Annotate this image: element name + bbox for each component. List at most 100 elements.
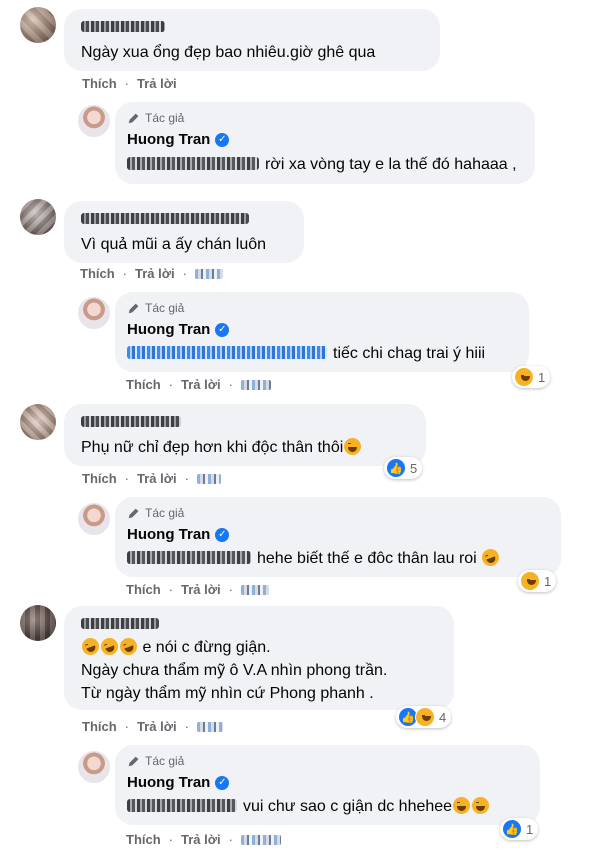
separator-dot: ·: [184, 719, 189, 734]
author-tag: Tác giả: [127, 111, 184, 125]
reply-button[interactable]: Trả lời: [135, 266, 175, 281]
pencil-icon: [128, 756, 139, 767]
commenter-name-redacted[interactable]: [81, 416, 181, 427]
reply-button[interactable]: Trả lời: [181, 377, 221, 392]
mention-redacted[interactable]: [127, 157, 259, 170]
separator-dot: ·: [124, 471, 130, 486]
commenter-name-redacted[interactable]: [81, 21, 165, 32]
like-button[interactable]: Thích: [82, 719, 117, 734]
reply-button[interactable]: Trả lời: [137, 471, 177, 486]
mention-redacted[interactable]: [127, 551, 251, 564]
separator-dot: ·: [182, 266, 187, 281]
reply-bubble: Tác giả Huong Tran ✓ hehe biết thế e đôc…: [115, 497, 561, 577]
mention-redacted[interactable]: [127, 346, 327, 359]
verified-badge-icon: ✓: [215, 527, 230, 542]
comment-text: Vì quả mũi a ấy chán luôn: [81, 236, 267, 253]
separator-dot: ·: [124, 719, 130, 734]
reaction-count: 5: [410, 460, 418, 476]
commenter-avatar[interactable]: [20, 404, 56, 440]
reply-text-line: rời xa vòng tay e la thế đó hahaaa ,: [127, 154, 517, 175]
reaction-summary[interactable]: 1: [512, 366, 551, 388]
pencil-icon: [128, 508, 139, 519]
separator-dot: ·: [168, 582, 174, 597]
comment-text: e nói c đừng giận.: [142, 639, 271, 656]
reaction-summary[interactable]: 1: [518, 570, 557, 592]
author-tag: Tác giả: [127, 506, 184, 520]
timestamp-redacted[interactable]: [196, 473, 221, 484]
rofl-emoji: [98, 635, 121, 658]
reaction-summary[interactable]: 👍 5: [384, 457, 423, 479]
author-tag-label: Tác giả: [145, 301, 185, 315]
reply-text-line: hehe biết thế e đôc thân lau roi: [127, 546, 502, 569]
author-name-text: Huong Tran: [127, 526, 211, 543]
author-avatar[interactable]: [78, 105, 110, 137]
verified-badge-icon: ✓: [215, 322, 230, 337]
reply-button[interactable]: Trả lời: [181, 832, 221, 847]
comment-bubble: Phụ nữ chỉ đẹp hơn khi độc thân thôi: [64, 404, 426, 466]
author-tag: Tác giả: [127, 754, 184, 768]
reply-button[interactable]: Trả lời: [137, 719, 177, 734]
reaction-count: 4: [439, 709, 447, 725]
commenter-avatar[interactable]: [20, 7, 56, 43]
like-button[interactable]: Thích: [126, 377, 161, 392]
like-button[interactable]: Thích: [126, 582, 161, 597]
reaction-summary[interactable]: 👍 1: [500, 818, 539, 840]
reply-button[interactable]: Trả lời: [181, 582, 221, 597]
like-reaction-icon: 👍: [386, 458, 406, 478]
comment-text: Phụ nữ chỉ đẹp hơn khi độc thân thôi: [81, 439, 344, 456]
separator-dot: ·: [124, 76, 130, 91]
author-avatar[interactable]: [78, 751, 110, 783]
reaction-count: 1: [538, 369, 546, 385]
haha-reaction-icon: [520, 571, 540, 591]
separator-dot: ·: [168, 377, 174, 392]
author-tag: Tác giả: [127, 301, 184, 315]
author-name[interactable]: Huong Tran ✓: [127, 774, 230, 791]
timestamp-redacted[interactable]: [240, 834, 281, 845]
author-name-text: Huong Tran: [127, 131, 211, 148]
author-name[interactable]: Huong Tran ✓: [127, 321, 230, 338]
timestamp-redacted[interactable]: [196, 721, 223, 732]
like-button[interactable]: Thích: [80, 266, 115, 281]
reply-button[interactable]: Trả lời: [137, 76, 177, 91]
separator-dot: ·: [122, 266, 128, 281]
timestamp-redacted[interactable]: [240, 584, 269, 595]
like-reaction-icon: 👍: [502, 819, 522, 839]
reaction-count: 1: [544, 573, 552, 589]
author-name-text: Huong Tran: [127, 774, 211, 791]
laughing-emoji: [344, 438, 362, 455]
timestamp-redacted[interactable]: [240, 379, 271, 390]
reply-actions: Thích · Trả lời ·: [126, 582, 269, 597]
comment-text: Ngày xua ổng đẹp bao nhiêu.giờ ghê qua: [81, 44, 376, 61]
reply-text-line: vui chư sao c giận dc hhehee: [127, 796, 490, 817]
reply-text: vui chư sao c giận dc hhehee: [243, 798, 453, 815]
commenter-avatar[interactable]: [20, 199, 56, 235]
author-tag-label: Tác giả: [145, 506, 185, 520]
author-name-text: Huong Tran: [127, 321, 211, 338]
timestamp-redacted[interactable]: [194, 268, 223, 279]
mention-redacted[interactable]: [127, 799, 237, 812]
author-name[interactable]: Huong Tran ✓: [127, 131, 230, 148]
comment-bubble: Ngày xua ổng đẹp bao nhiêu.giờ ghê qua: [64, 9, 440, 71]
comment-text: Ngày chưa thẩm mỹ ô V.A nhìn phong trần.: [81, 662, 388, 679]
separator-dot: ·: [168, 832, 174, 847]
reply-bubble: Tác giả Huong Tran ✓ rời xa vòng tay e l…: [115, 102, 535, 184]
like-button[interactable]: Thích: [82, 471, 117, 486]
pencil-icon: [128, 113, 139, 124]
like-button[interactable]: Thích: [126, 832, 161, 847]
author-avatar[interactable]: [78, 297, 110, 329]
verified-badge-icon: ✓: [215, 775, 230, 790]
commenter-name-redacted[interactable]: [81, 618, 159, 629]
haha-reaction-icon: [415, 707, 435, 727]
rofl-emoji: [117, 635, 140, 658]
author-avatar[interactable]: [78, 503, 110, 535]
reply-text: hehe biết thế e đôc thân lau roi: [257, 550, 477, 567]
reply-bubble: Tác giả Huong Tran ✓ tiếc chi chag trai …: [115, 292, 529, 372]
like-button[interactable]: Thích: [82, 76, 117, 91]
commenter-name-redacted[interactable]: [81, 213, 249, 224]
author-tag-label: Tác giả: [145, 111, 185, 125]
laughing-emoji: [453, 797, 471, 814]
reply-text: rời xa vòng tay e la thế đó hahaaa ,: [265, 156, 517, 173]
commenter-avatar[interactable]: [20, 605, 56, 641]
author-name[interactable]: Huong Tran ✓: [127, 526, 230, 543]
reaction-summary[interactable]: 👍 4: [396, 706, 452, 728]
